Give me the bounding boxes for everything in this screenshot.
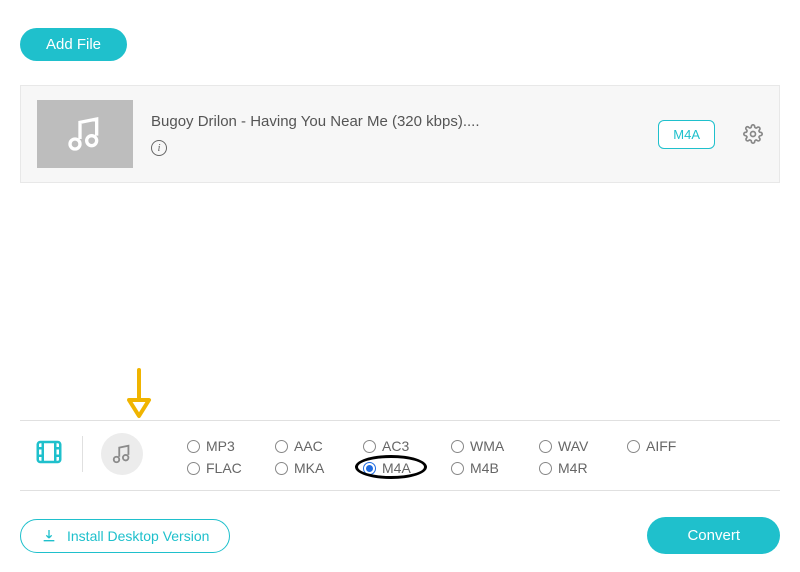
- format-option-wav[interactable]: WAV: [539, 438, 623, 454]
- format-label: FLAC: [206, 460, 242, 476]
- format-option-flac[interactable]: FLAC: [187, 460, 271, 476]
- file-item: Bugoy Drilon - Having You Near Me (320 k…: [20, 85, 780, 183]
- radio-icon: [539, 440, 552, 453]
- format-label: MP3: [206, 438, 235, 454]
- separator: [82, 436, 83, 472]
- install-desktop-label: Install Desktop Version: [67, 528, 209, 544]
- download-icon: [41, 528, 57, 544]
- format-badge-button[interactable]: M4A: [658, 120, 715, 149]
- format-label: M4B: [470, 460, 499, 476]
- format-option-wma[interactable]: WMA: [451, 438, 535, 454]
- music-note-icon: [65, 114, 105, 154]
- format-label: AIFF: [646, 438, 676, 454]
- format-label: M4A: [382, 460, 411, 476]
- radio-icon: [363, 440, 376, 453]
- audio-tab-icon[interactable]: [101, 433, 143, 475]
- add-file-button[interactable]: Add File: [20, 28, 127, 61]
- radio-icon: [451, 462, 464, 475]
- format-label: MKA: [294, 460, 324, 476]
- format-option-mka[interactable]: MKA: [275, 460, 359, 476]
- radio-icon: [363, 462, 376, 475]
- file-thumbnail: [37, 100, 133, 168]
- file-meta: Bugoy Drilon - Having You Near Me (320 k…: [151, 113, 640, 156]
- radio-icon: [187, 462, 200, 475]
- settings-icon[interactable]: [743, 124, 763, 144]
- radio-icon: [187, 440, 200, 453]
- info-icon[interactable]: i: [151, 140, 167, 156]
- format-option-m4b[interactable]: M4B: [451, 460, 535, 476]
- convert-button[interactable]: Convert: [647, 517, 780, 554]
- file-title: Bugoy Drilon - Having You Near Me (320 k…: [151, 113, 640, 130]
- format-option-ac3[interactable]: AC3: [363, 438, 447, 454]
- radio-icon: [275, 440, 288, 453]
- radio-icon: [627, 440, 640, 453]
- radio-icon: [275, 462, 288, 475]
- format-label: AAC: [294, 438, 323, 454]
- format-label: WMA: [470, 438, 504, 454]
- divider: [20, 490, 780, 491]
- format-option-aac[interactable]: AAC: [275, 438, 359, 454]
- format-option-mp3[interactable]: MP3: [187, 438, 271, 454]
- radio-icon: [451, 440, 464, 453]
- callout-arrow-icon: [124, 368, 154, 420]
- install-desktop-button[interactable]: Install Desktop Version: [20, 519, 230, 553]
- format-label: WAV: [558, 438, 588, 454]
- divider: [20, 420, 780, 421]
- format-options: MP3 AAC AC3 WMA WAV AIFF FLAC MKA M4A M4B M4R: [167, 432, 727, 476]
- format-label: M4R: [558, 460, 588, 476]
- radio-icon: [539, 462, 552, 475]
- video-tab-icon[interactable]: [34, 437, 64, 472]
- format-option-aiff[interactable]: AIFF: [627, 438, 711, 454]
- format-option-m4a[interactable]: M4A: [363, 460, 447, 476]
- format-option-m4r[interactable]: M4R: [539, 460, 623, 476]
- footer: Install Desktop Version Convert: [20, 517, 780, 554]
- format-selector: MP3 AAC AC3 WMA WAV AIFF FLAC MKA M4A M4B M4R: [20, 426, 780, 482]
- format-label: AC3: [382, 438, 409, 454]
